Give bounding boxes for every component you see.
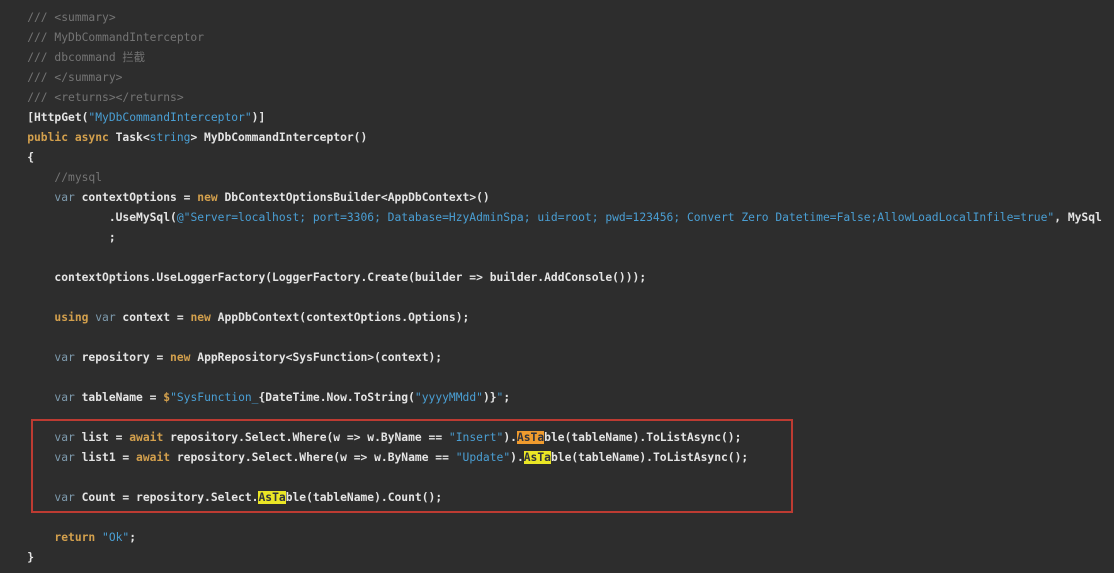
code-token: list1 =	[75, 451, 136, 464]
code-token: "Insert"	[449, 431, 503, 444]
code-token: {DateTime.Now.ToString(	[258, 391, 414, 404]
code-line[interactable]: /// <summary>	[0, 8, 1114, 28]
code-token: "MyDbCommandInterceptor"	[88, 111, 251, 124]
code-line[interactable]: var list = await repository.Select.Where…	[0, 428, 1114, 448]
code-line[interactable]: /// MyDbCommandInterceptor	[0, 28, 1114, 48]
code-token: contextOptions =	[75, 191, 197, 204]
code-token: {	[0, 151, 34, 164]
code-token: var	[0, 451, 75, 464]
code-line[interactable]: {	[0, 148, 1114, 168]
code-token: AppRepository<SysFunction>(context);	[197, 351, 442, 364]
code-line[interactable]: var list1 = await repository.Select.Wher…	[0, 448, 1114, 468]
code-line[interactable]: contextOptions.UseLoggerFactory(LoggerFa…	[0, 268, 1114, 288]
code-token: var	[0, 431, 75, 444]
code-token: }	[0, 551, 34, 564]
code-token: )]	[252, 111, 266, 124]
code-editor: /// <summary> /// MyDbCommandInterceptor…	[0, 0, 1114, 573]
code-line[interactable]	[0, 248, 1114, 268]
code-token: /// MyDbCommandInterceptor	[0, 31, 204, 44]
code-line[interactable]: [HttpGet("MyDbCommandInterceptor")]	[0, 108, 1114, 128]
code-token: contextOptions.UseLoggerFactory(LoggerFa…	[0, 271, 646, 284]
code-line[interactable]: /// <returns></returns>	[0, 88, 1114, 108]
code-token: ;	[0, 231, 116, 244]
code-token: await	[136, 451, 177, 464]
code-line[interactable]: var Count = repository.Select.AsTable(ta…	[0, 488, 1114, 508]
find-match-current[interactable]: AsTa	[517, 431, 544, 444]
code-token: var	[0, 351, 75, 364]
code-token: ;	[503, 391, 510, 404]
code-line[interactable]	[0, 368, 1114, 388]
code-token: @"Server=localhost; port=3306; Database=…	[177, 211, 1054, 224]
code-token: ).	[503, 431, 517, 444]
code-token: tableName =	[75, 391, 163, 404]
code-token: ble(tableName).ToListAsync();	[544, 431, 741, 444]
code-token: ble(tableName).Count();	[286, 491, 442, 504]
code-token: new	[197, 191, 224, 204]
code-token: new	[170, 351, 197, 364]
code-token: /// <returns></returns>	[0, 91, 184, 104]
code-line[interactable]: /// </summary>	[0, 68, 1114, 88]
code-token: /// </summary>	[0, 71, 122, 84]
code-token: Count = repository.Select.	[75, 491, 259, 504]
code-token: return	[0, 531, 102, 544]
code-line[interactable]: var contextOptions = new DbContextOption…	[0, 188, 1114, 208]
code-token: "Update"	[456, 451, 510, 464]
code-token: .UseMySql(	[0, 211, 177, 224]
code-line[interactable]: ;	[0, 228, 1114, 248]
code-line[interactable]: //mysql	[0, 168, 1114, 188]
code-token: await	[129, 431, 170, 444]
code-token: var	[0, 391, 75, 404]
code-token: string	[150, 131, 191, 144]
code-line[interactable]: public async Task<string> MyDbCommandInt…	[0, 128, 1114, 148]
code-token: var	[95, 311, 115, 324]
code-line[interactable]: /// dbcommand 拦截	[0, 48, 1114, 68]
code-token: repository.Select.Where(w => w.ByName ==	[170, 431, 449, 444]
code-area[interactable]: /// <summary> /// MyDbCommandInterceptor…	[0, 8, 1114, 568]
code-line[interactable]	[0, 288, 1114, 308]
code-token: var	[0, 191, 75, 204]
code-token: //mysql	[0, 171, 102, 184]
code-token: "SysFunction_	[170, 391, 258, 404]
code-token: /// dbcommand 拦截	[0, 51, 145, 64]
code-token: repository.Select.Where(w => w.ByName ==	[177, 451, 456, 464]
code-line[interactable]: }	[0, 548, 1114, 568]
code-token: ;	[129, 531, 136, 544]
code-token: Task<	[116, 131, 150, 144]
code-token: ).	[510, 451, 524, 464]
code-token: var	[0, 491, 75, 504]
code-line[interactable]: var repository = new AppRepository<SysFu…	[0, 348, 1114, 368]
code-line[interactable]	[0, 328, 1114, 348]
code-token: public async	[0, 131, 116, 144]
find-match-highlight[interactable]: AsTa	[524, 451, 551, 464]
code-line[interactable]	[0, 508, 1114, 528]
code-line[interactable]	[0, 468, 1114, 488]
code-token: using	[0, 311, 95, 324]
code-line[interactable]: return "Ok";	[0, 528, 1114, 548]
code-token: DbContextOptionsBuilder<AppDbContext>()	[224, 191, 489, 204]
code-token: "yyyyMMdd"	[415, 391, 483, 404]
code-token: ble(tableName).ToListAsync();	[551, 451, 748, 464]
code-token: > MyDbCommandInterceptor()	[190, 131, 367, 144]
find-match-highlight[interactable]: AsTa	[258, 491, 285, 504]
code-token: , MySql	[1054, 211, 1102, 224]
code-token: new	[190, 311, 217, 324]
code-token: repository =	[75, 351, 170, 364]
code-token: /// <summary>	[0, 11, 116, 24]
code-token: list =	[75, 431, 129, 444]
code-token: "Ok"	[102, 531, 129, 544]
code-token: AppDbContext(contextOptions.Options);	[218, 311, 470, 324]
code-token: context =	[116, 311, 191, 324]
code-token: [HttpGet(	[0, 111, 88, 124]
code-line[interactable]: using var context = new AppDbContext(con…	[0, 308, 1114, 328]
code-line[interactable]	[0, 408, 1114, 428]
code-line[interactable]: .UseMySql(@"Server=localhost; port=3306;…	[0, 208, 1114, 228]
code-line[interactable]: var tableName = $"SysFunction_{DateTime.…	[0, 388, 1114, 408]
code-token: )}	[483, 391, 497, 404]
